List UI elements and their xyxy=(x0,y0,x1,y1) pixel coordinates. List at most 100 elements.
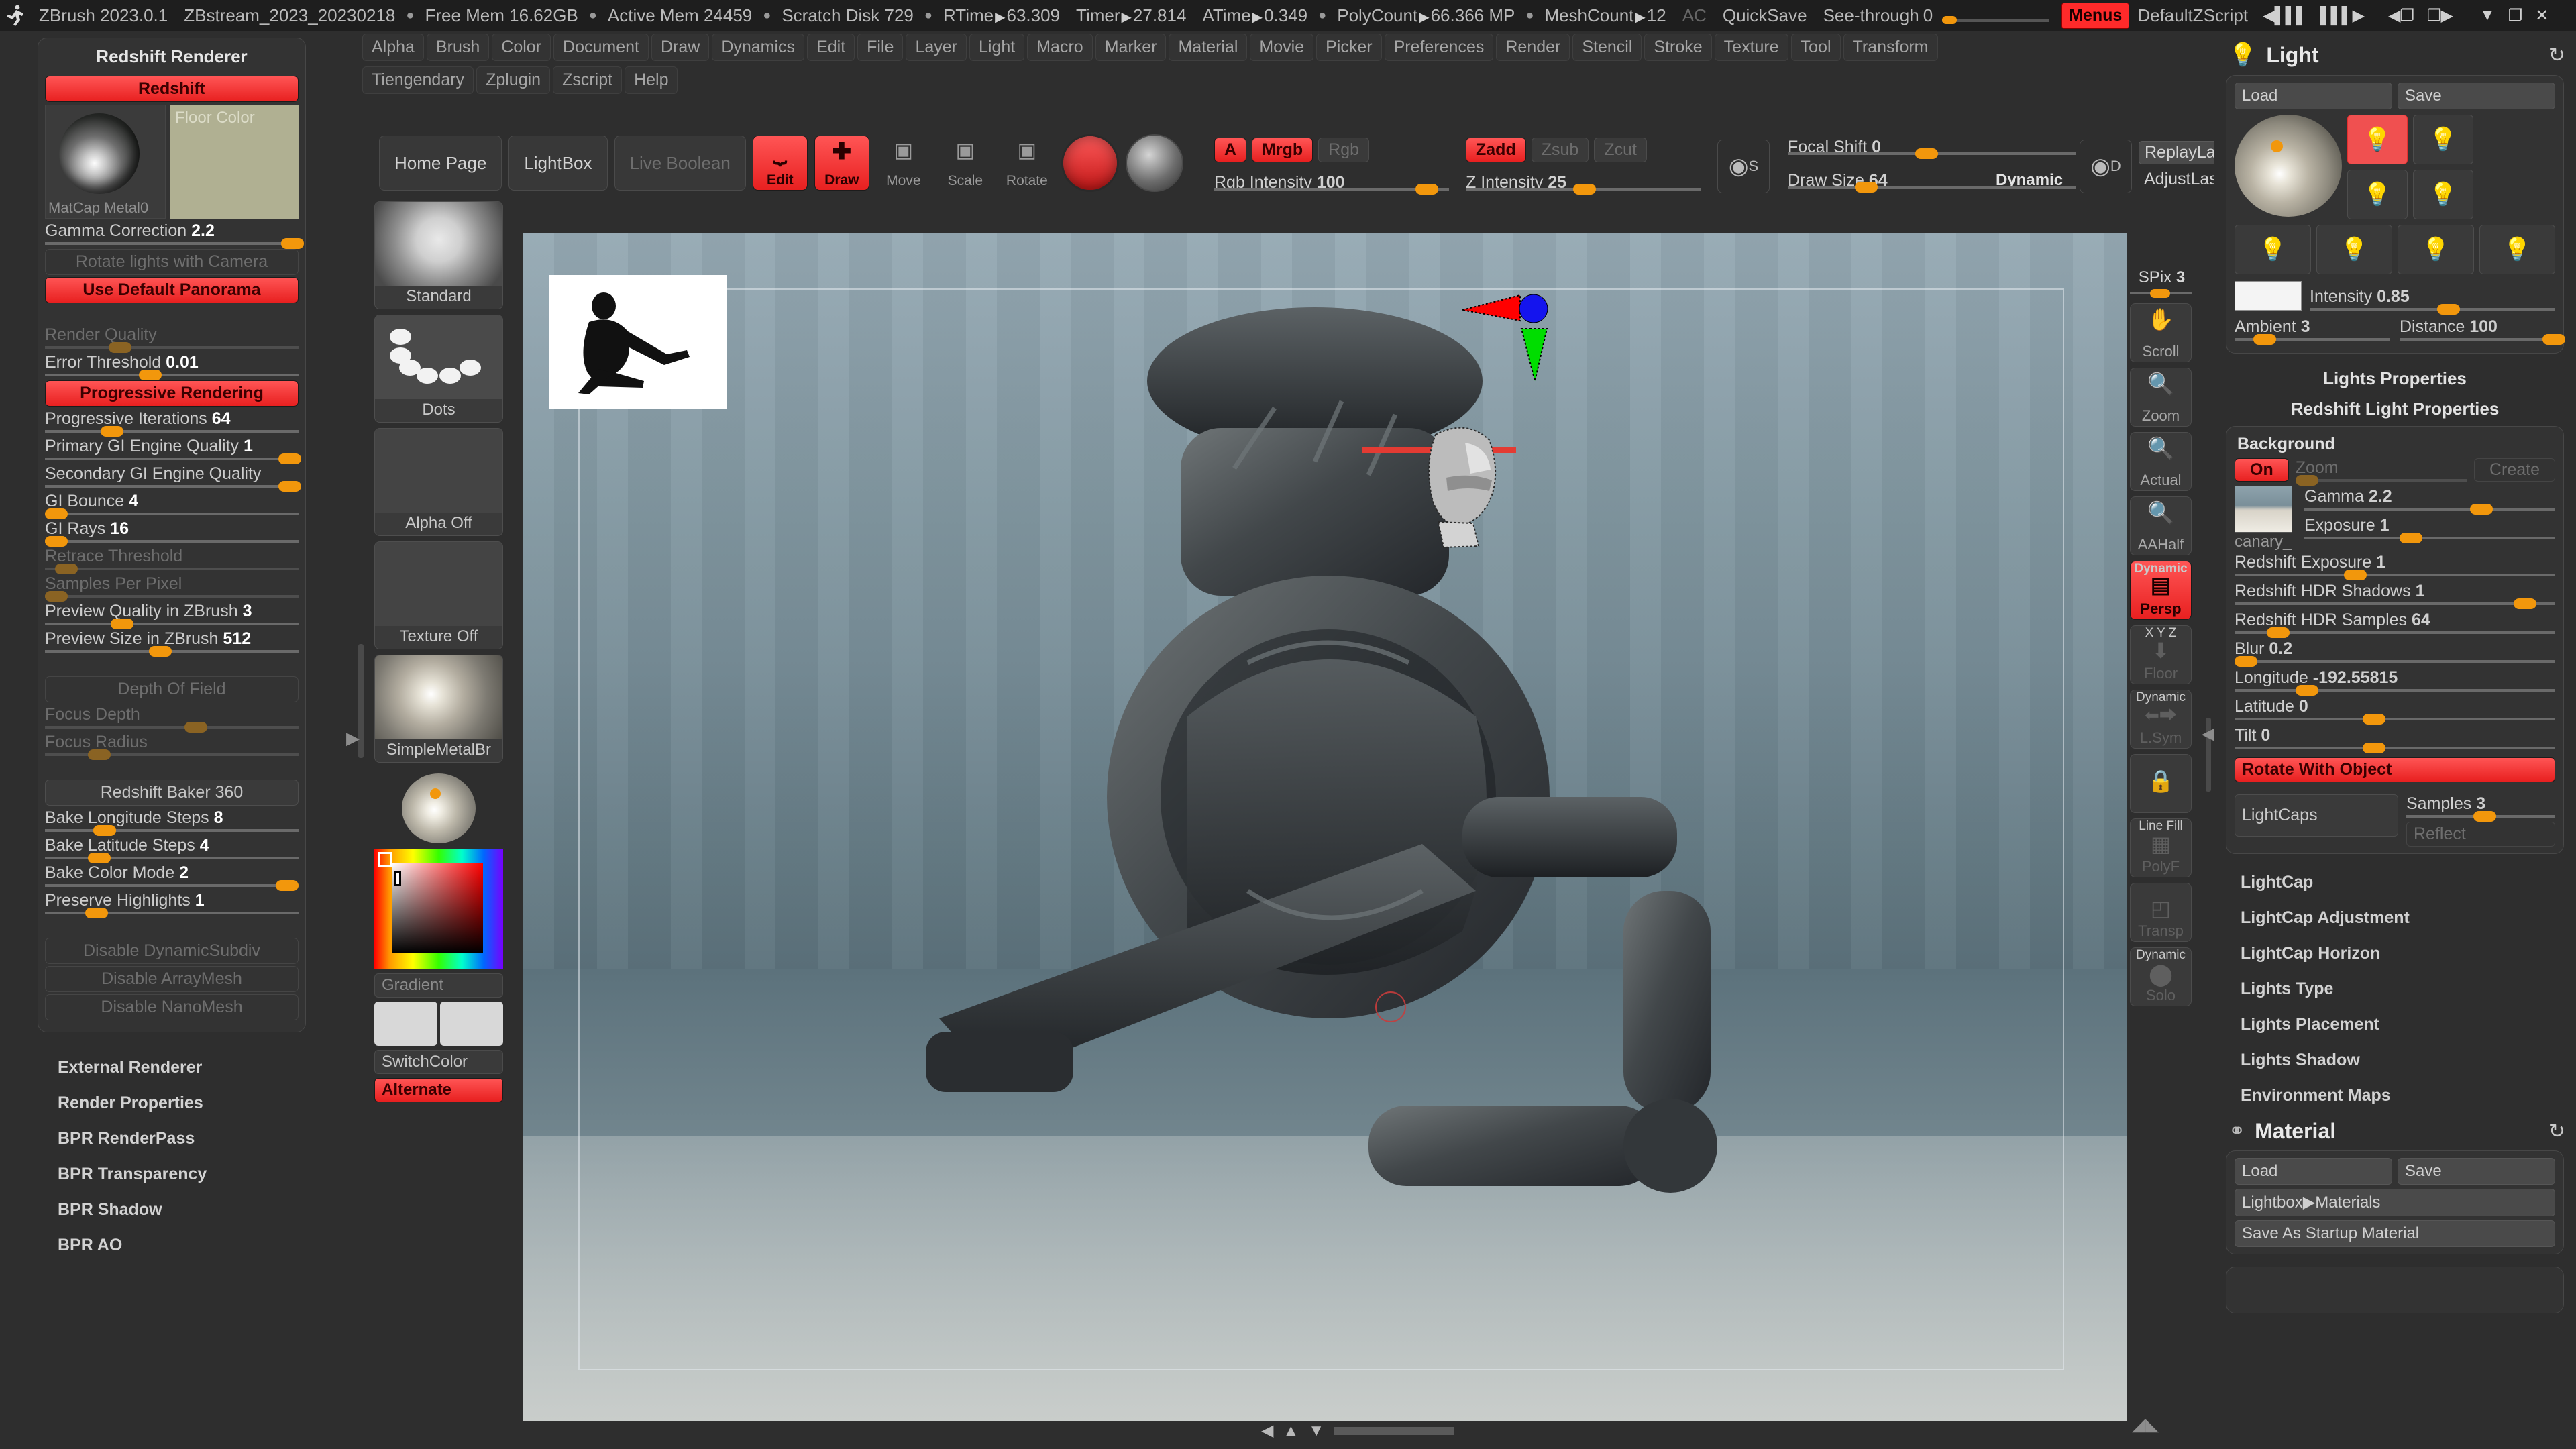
retrace-threshold-slider[interactable]: Retrace Threshold xyxy=(45,547,299,574)
viewport-canvas[interactable] xyxy=(523,233,2127,1421)
light-intensity-slider[interactable]: Intensity 0.85 xyxy=(2310,287,2555,315)
menu-brush[interactable]: Brush xyxy=(426,34,490,61)
link-environment-maps[interactable]: Environment Maps xyxy=(2214,1078,2576,1114)
menu-zscript[interactable]: Zscript xyxy=(553,66,623,94)
longitude-slider[interactable]: Longitude -192.55815 xyxy=(2235,668,2555,696)
slider-knob[interactable] xyxy=(88,749,111,760)
lightbox-button[interactable]: LightBox xyxy=(508,136,608,191)
material-load-button[interactable]: Load xyxy=(2235,1158,2392,1185)
slider-knob[interactable] xyxy=(2343,570,2367,580)
next-subtool-icon[interactable]: ❐▶ xyxy=(2420,6,2459,25)
slider-knob[interactable] xyxy=(2295,475,2318,486)
lock-button[interactable]: 🔒 xyxy=(2130,754,2192,813)
background-create-button[interactable]: Create xyxy=(2473,458,2555,482)
slider-knob[interactable] xyxy=(93,825,116,836)
depth-of-field-button[interactable]: Depth Of Field xyxy=(45,676,299,702)
menu-material[interactable]: Material xyxy=(1169,34,1248,61)
redshift-hdr-samples-slider[interactable]: Redshift HDR Samples 64 xyxy=(2235,610,2555,638)
focus-radius-slider[interactable]: Focus Radius xyxy=(45,733,299,760)
slider-knob[interactable] xyxy=(2542,334,2566,345)
brush-preview-swatch[interactable] xyxy=(1061,134,1119,192)
scroll-left-icon[interactable]: ◀ xyxy=(1261,1421,1273,1440)
menu-macro[interactable]: Macro xyxy=(1027,34,1093,61)
material-save-button[interactable]: Save xyxy=(2398,1158,2555,1185)
close-icon[interactable]: ✕ xyxy=(2528,6,2555,25)
floor-color-swatch[interactable]: Floor Color xyxy=(170,105,299,219)
spix-slider[interactable] xyxy=(2130,289,2194,298)
local-symmetry-button[interactable]: Dynamic ⬅⮕ L.Sym xyxy=(2130,690,2192,749)
slider-knob[interactable] xyxy=(1415,184,1438,195)
lights-properties-title[interactable]: Lights Properties xyxy=(2214,354,2576,396)
slider-knob[interactable] xyxy=(2473,811,2496,822)
light-preview-sphere[interactable] xyxy=(2235,115,2342,217)
save-as-startup-material-button[interactable]: Save As Startup Material xyxy=(2235,1220,2555,1247)
prev-subtool-icon[interactable]: ◀❐ xyxy=(2371,6,2420,25)
redshift-exposure-slider[interactable]: Redshift Exposure 1 xyxy=(2235,553,2555,580)
slider-knob[interactable] xyxy=(278,481,301,492)
stroke-selector-cell[interactable]: Dots xyxy=(374,315,503,423)
canvas-horizontal-scrollbar[interactable] xyxy=(1334,1426,1454,1435)
menu-layer[interactable]: Layer xyxy=(906,34,967,61)
stroke-s-shortcut-button[interactable]: ◉ S xyxy=(1717,140,1770,193)
background-image-thumbnail[interactable] xyxy=(2235,486,2292,533)
mrgb-channel-toggle[interactable]: Mrgb xyxy=(1252,138,1313,162)
background-on-toggle[interactable]: On xyxy=(2235,458,2289,482)
light-slot-6[interactable]: 💡 xyxy=(2316,225,2392,274)
texture-selector-cell[interactable]: Texture Off xyxy=(374,541,503,649)
slider-knob[interactable] xyxy=(1915,148,1938,159)
bake-color-mode-slider[interactable]: Bake Color Mode 2 xyxy=(45,863,299,891)
light-slot-8[interactable]: 💡 xyxy=(2479,225,2555,274)
redshift-light-properties-title[interactable]: Redshift Light Properties xyxy=(2214,396,2576,426)
slider-knob[interactable] xyxy=(45,508,68,519)
focus-depth-slider[interactable]: Focus Depth xyxy=(45,705,299,733)
link-lights-placement[interactable]: Lights Placement xyxy=(2214,1007,2576,1042)
scale-mode-button[interactable]: ▣ Scale xyxy=(938,136,993,191)
light-load-button[interactable]: Load xyxy=(2235,83,2392,109)
move-mode-button[interactable]: ▣ Move xyxy=(876,136,931,191)
background-exposure-slider[interactable]: Exposure 1 xyxy=(2304,516,2555,543)
menu-zplugin[interactable]: Zplugin xyxy=(476,66,551,94)
rotate-lights-with-camera-button[interactable]: Rotate lights with Camera xyxy=(45,249,299,275)
ambient-slider[interactable]: Ambient 3 xyxy=(2235,317,2390,345)
slider-knob[interactable] xyxy=(2400,533,2423,543)
rotate-with-object-button[interactable]: Rotate With Object xyxy=(2235,757,2555,782)
slider-knob[interactable] xyxy=(2235,656,2257,667)
slider-knob[interactable] xyxy=(148,646,172,657)
light-slot-2[interactable]: 💡 xyxy=(2413,115,2473,164)
slider-knob[interactable] xyxy=(184,722,207,733)
menus-toggle-button[interactable]: Menus xyxy=(2061,2,2130,29)
gi-bounce-slider[interactable]: GI Bounce 4 xyxy=(45,492,299,519)
zoom-button[interactable]: 🔍 Zoom xyxy=(2130,368,2192,427)
menu-document[interactable]: Document xyxy=(553,34,649,61)
alternate-button[interactable]: Alternate xyxy=(374,1078,503,1102)
slider-knob[interactable] xyxy=(138,370,162,380)
menu-file[interactable]: File xyxy=(857,34,904,61)
distance-slider[interactable]: Distance 100 xyxy=(2400,317,2566,345)
zcut-toggle[interactable]: Zcut xyxy=(1594,138,1647,162)
rgb-channel-toggle[interactable]: Rgb xyxy=(1318,138,1370,162)
background-gamma-slider[interactable]: Gamma 2.2 xyxy=(2304,487,2555,515)
link-external-renderer[interactable]: External Renderer xyxy=(58,1050,306,1085)
slider-knob[interactable] xyxy=(101,426,124,437)
link-lightcap-adjustment[interactable]: LightCap Adjustment xyxy=(2214,900,2576,936)
rotate-mode-button[interactable]: ▣ Rotate xyxy=(1000,136,1055,191)
slider-knob[interactable] xyxy=(85,908,109,918)
redshift-renderer-button[interactable]: Redshift xyxy=(45,76,299,102)
actual-size-button[interactable]: 🔍 Actual xyxy=(2130,432,2192,491)
preview-quality-slider[interactable]: Preview Quality in ZBrush 3 xyxy=(45,602,299,629)
secondary-color-swatch[interactable] xyxy=(440,1002,503,1046)
alpha-channel-toggle[interactable]: A xyxy=(1214,138,1247,162)
preview-size-slider[interactable]: Preview Size in ZBrush 512 xyxy=(45,629,299,657)
primary-gi-engine-quality-slider[interactable]: Primary GI Engine Quality 1 xyxy=(45,437,301,464)
floor-button[interactable]: X Y Z ⬇ Floor xyxy=(2130,625,2192,684)
menu-render[interactable]: Render xyxy=(1496,34,1570,61)
link-render-properties[interactable]: Render Properties xyxy=(58,1085,306,1121)
slider-knob[interactable] xyxy=(55,564,78,574)
draw-mode-button[interactable]: ✚ Draw xyxy=(814,136,869,191)
gradient-button[interactable]: Gradient xyxy=(374,973,503,998)
stroke-d-shortcut-button[interactable]: ◉ D xyxy=(2080,140,2132,193)
pose-silhouette-thumbnail[interactable] xyxy=(549,275,727,409)
z-intensity-slider[interactable]: Z Intensity 25 xyxy=(1466,173,1701,195)
zsub-toggle[interactable]: Zsub xyxy=(1531,138,1589,162)
reflect-button[interactable]: Reflect xyxy=(2406,822,2555,847)
